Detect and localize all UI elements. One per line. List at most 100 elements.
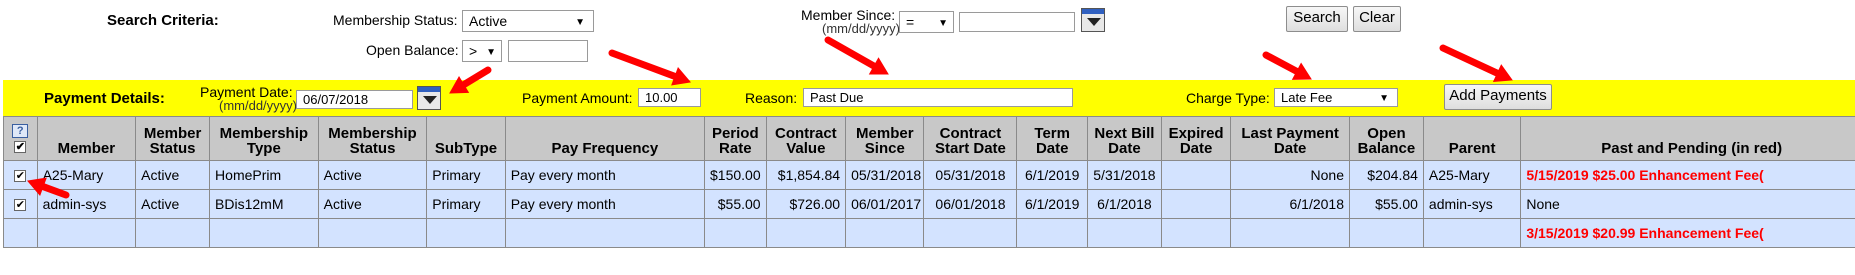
table-cell: [1160, 160, 1232, 190]
column-header[interactable]: Contract Start Date: [923, 116, 1018, 161]
table-cell: A25-Mary: [1422, 160, 1522, 190]
table-cell: None: [1520, 189, 1855, 219]
column-header[interactable]: Open Balance: [1349, 116, 1424, 161]
table-cell: 3/15/2019 $20.99 Enhancement Fee(: [1520, 218, 1855, 248]
table-cell: $1,854.84: [765, 160, 847, 190]
table-cell: $204.84: [1349, 160, 1424, 190]
column-header[interactable]: Pay Frequency: [504, 116, 706, 161]
table-row[interactable]: ✔ admin-sys Active BDis12mM Active Primary Pay…: [3, 189, 1855, 219]
table-cell: [426, 218, 506, 248]
column-header[interactable]: Next Bill Date: [1086, 116, 1162, 161]
table-cell: 06/01/2017: [845, 189, 925, 219]
table-cell: [36, 218, 137, 248]
column-header[interactable]: Period Rate: [704, 116, 767, 161]
table-cell: 05/31/2018: [923, 160, 1018, 190]
column-header[interactable]: Member Since: [845, 116, 925, 161]
table-cell: None: [1230, 160, 1350, 190]
membership-status-label: Membership Status:: [333, 12, 458, 28]
table-cell: $150.00: [704, 160, 767, 190]
membership-status-select[interactable]: Active ▼: [462, 10, 594, 32]
reason-label: Reason:: [745, 90, 798, 106]
members-table: ? ✔ Member Member Status Membership Type…: [3, 116, 1855, 248]
column-header[interactable]: Member: [36, 116, 137, 161]
arrow-to-add-payments: [1439, 44, 1501, 77]
table-cell: [1349, 218, 1424, 248]
table-cell: 5/31/2018: [1086, 160, 1162, 190]
member-since-input[interactable]: [959, 12, 1075, 32]
payment-date-hint: (mm/dd/yyyy): [219, 98, 297, 113]
open-balance-operator-select[interactable]: > ▼: [462, 40, 502, 62]
help-icon[interactable]: ?: [12, 123, 29, 138]
table-cell: Primary: [426, 160, 506, 190]
table-cell: [1160, 189, 1232, 219]
table-cell: [317, 218, 428, 248]
membership-status-value: Active: [469, 13, 508, 29]
table-cell: Active: [135, 160, 211, 190]
table-cell: admin-sys: [1422, 189, 1522, 219]
column-header[interactable]: Member Status: [135, 116, 211, 161]
table-cell: [1160, 218, 1232, 248]
column-header[interactable]: Term Date: [1016, 116, 1088, 161]
table-cell: [765, 218, 847, 248]
table-cell: Primary: [426, 189, 506, 219]
row-select-cell: ✔: [3, 160, 38, 190]
column-header[interactable]: SubType: [426, 116, 506, 161]
table-cell: [923, 218, 1018, 248]
arrow-to-reason-head: [868, 57, 889, 75]
column-header[interactable]: Parent: [1422, 116, 1522, 161]
table-cell: [504, 218, 706, 248]
table-cell: $55.00: [1349, 189, 1424, 219]
row-checkbox[interactable]: ✔: [14, 199, 27, 212]
chevron-down-icon: ▼: [575, 17, 585, 28]
table-cell: 6/1/2019: [1016, 160, 1088, 190]
arrow-to-reason: [824, 36, 878, 70]
table-cell: 6/1/2018: [1086, 189, 1162, 219]
table-cell: Pay every month: [504, 189, 706, 219]
table-cell: Active: [317, 189, 428, 219]
column-header[interactable]: Last Payment Date: [1230, 116, 1350, 161]
payment-date-input[interactable]: 06/07/2018: [296, 90, 413, 109]
table-header-row: ? ✔ Member Member Status Membership Type…: [3, 116, 1855, 161]
reason-input[interactable]: Past Due: [803, 88, 1073, 107]
payment-amount-label: Payment Amount:: [522, 90, 633, 106]
payment-details-title: Payment Details:: [44, 90, 165, 107]
search-criteria-title: Search Criteria:: [107, 12, 219, 29]
open-balance-input[interactable]: [508, 40, 588, 62]
table-row[interactable]: 3/15/2019 $20.99 Enhancement Fee(: [3, 218, 1855, 248]
charge-type-label: Charge Type:: [1186, 90, 1270, 106]
table-cell: [1422, 218, 1522, 248]
search-button[interactable]: Search: [1286, 6, 1348, 32]
column-header[interactable]: Membership Status: [317, 116, 428, 161]
calendar-icon[interactable]: [417, 86, 441, 110]
add-payments-button[interactable]: Add Payments: [1444, 84, 1552, 110]
column-header[interactable]: Contract Value: [765, 116, 847, 161]
clear-button[interactable]: Clear: [1353, 6, 1401, 32]
chevron-down-icon: ▼: [1379, 93, 1389, 104]
charge-type-select[interactable]: Late Fee ▼: [1274, 88, 1398, 107]
chevron-down-icon: ▼: [938, 18, 948, 29]
table-cell: [135, 218, 211, 248]
table-cell: 6/1/2018: [1230, 189, 1350, 219]
column-header[interactable]: Expired Date: [1160, 116, 1232, 161]
table-cell: Active: [317, 160, 428, 190]
calendar-icon[interactable]: [1081, 8, 1105, 32]
table-cell: [1086, 218, 1162, 248]
table-cell: HomePrim: [209, 160, 319, 190]
table-cell: [209, 218, 319, 248]
column-header[interactable]: Membership Type: [209, 116, 319, 161]
member-since-hint: (mm/dd/yyyy): [822, 21, 900, 36]
column-header[interactable]: Past and Pending (in red): [1520, 116, 1855, 161]
table-cell: [845, 218, 925, 248]
table-cell: BDis12mM: [209, 189, 319, 219]
chevron-down-icon: ▼: [486, 47, 496, 58]
table-cell: 6/1/2019: [1016, 189, 1088, 219]
table-cell: admin-sys: [36, 189, 137, 219]
table-cell: A25-Mary: [36, 160, 137, 190]
member-since-operator-select[interactable]: = ▼: [899, 11, 954, 33]
row-checkbox[interactable]: ✔: [14, 170, 27, 183]
table-row[interactable]: ✔ A25-Mary Active HomePrim Active Primary Pay …: [3, 160, 1855, 190]
open-balance-label: Open Balance:: [366, 42, 459, 58]
select-all-checkbox[interactable]: ✔: [14, 141, 27, 154]
table-cell: [1016, 218, 1088, 248]
payment-amount-input[interactable]: 10.00: [638, 88, 701, 107]
